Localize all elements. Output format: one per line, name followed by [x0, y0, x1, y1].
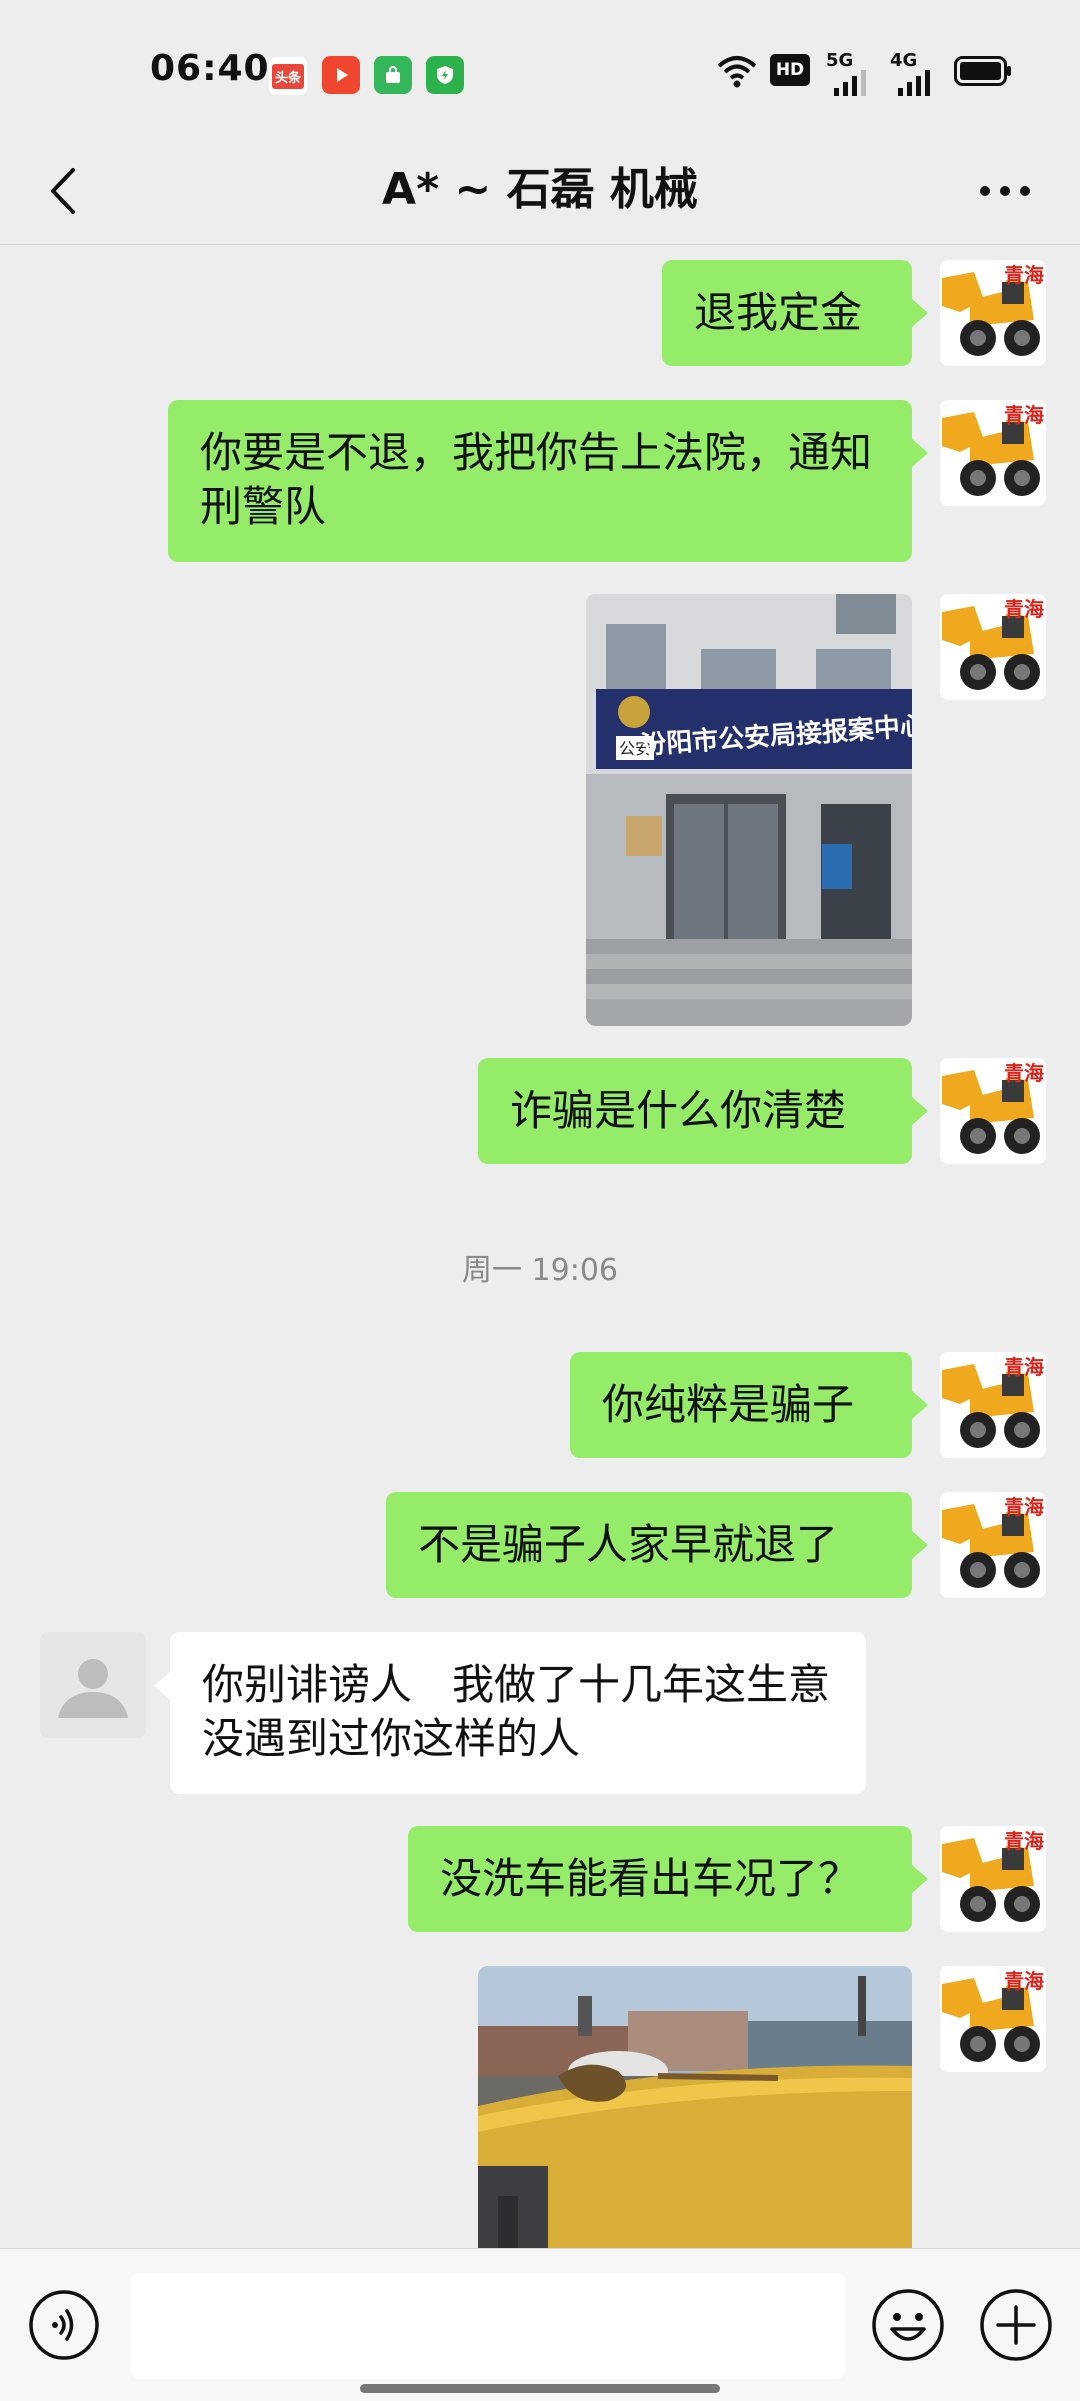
bubble-tail	[912, 1865, 928, 1893]
toutiao-label: 头条	[271, 63, 304, 89]
security-app-icon	[426, 56, 464, 94]
message-bubble-outgoing[interactable]: 你纯粹是骗子	[570, 1352, 912, 1458]
message-timestamp: 周一 19:06	[462, 1253, 618, 1288]
wheel-loader-avatar-icon: 青海	[940, 400, 1046, 506]
message-bubble-outgoing[interactable]: 你要是不退，我把你告上法院，通知刑警队	[168, 400, 912, 562]
bubble-tail	[154, 1672, 170, 1700]
back-arrow-icon	[51, 168, 75, 214]
wifi-icon	[716, 52, 758, 94]
video-app-icon	[322, 56, 360, 94]
voice-input-button[interactable]	[28, 2289, 100, 2361]
machine-photo	[478, 1966, 912, 2248]
input-bar	[0, 2248, 1080, 2401]
bubble-tail	[912, 1531, 928, 1559]
bubble-tail	[912, 1391, 928, 1419]
avatar-label: 青海	[1004, 1061, 1044, 1085]
wheel-loader-avatar-icon: 青海	[940, 1352, 1046, 1458]
more-options-button[interactable]	[968, 154, 1042, 228]
avatar-label: 青海	[1004, 1355, 1044, 1379]
message-text: 诈骗是什么你清楚	[510, 1086, 847, 1135]
status-time: 06:40	[150, 48, 270, 89]
bubble-tail	[912, 1097, 928, 1125]
message-bubble-incoming[interactable]: 你别诽谤人 我做了十几年这生意 没遇到过你这样的人	[170, 1632, 866, 1794]
self-avatar[interactable]: 青海	[940, 400, 1046, 506]
shop-app-icon	[374, 56, 412, 94]
self-avatar[interactable]: 青海	[940, 1352, 1046, 1458]
wheel-loader-avatar-icon: 青海	[940, 594, 1046, 700]
self-avatar[interactable]: 青海	[940, 1966, 1046, 2072]
bubble-tail	[912, 439, 928, 467]
wheel-loader-avatar-icon: 青海	[940, 1826, 1046, 1932]
message-text: 不是骗子人家早就退了	[418, 1520, 839, 1569]
emoji-button[interactable]	[868, 2285, 948, 2365]
image-message-police-station[interactable]: 公安 汾阳市公安局接报案中心	[586, 594, 912, 1026]
self-avatar[interactable]: 青海	[940, 1826, 1046, 1932]
header-divider	[0, 244, 1080, 245]
home-indicator	[360, 2384, 720, 2393]
wheel-loader-avatar-icon: 青海	[940, 260, 1046, 366]
bubble-tail	[912, 299, 928, 327]
avatar-label: 青海	[1004, 403, 1044, 427]
wheel-loader-avatar-icon: 青海	[940, 1492, 1046, 1598]
emoji-icon	[872, 2289, 944, 2361]
hd-voice-icon: HD	[770, 54, 810, 86]
avatar-label: 青海	[1004, 1495, 1044, 1519]
battery-icon	[954, 56, 1012, 90]
message-text: 退我定金	[694, 288, 863, 337]
self-avatar[interactable]: 青海	[940, 1058, 1046, 1164]
wheel-loader-avatar-icon: 青海	[940, 1966, 1046, 2072]
message-bubble-outgoing[interactable]: 诈骗是什么你清楚	[478, 1058, 912, 1164]
default-user-icon	[40, 1632, 146, 1738]
back-button[interactable]	[34, 154, 90, 228]
message-text: 没洗车能看出车况了？	[440, 1854, 861, 1903]
avatar-label: 青海	[1004, 263, 1044, 287]
chat-header: A* ~ 石磊 机械	[0, 140, 1080, 245]
avatar-label: 青海	[1004, 1969, 1044, 1993]
voice-icon	[29, 2290, 99, 2360]
plus-icon	[980, 2289, 1052, 2361]
image-message-machine[interactable]	[478, 1966, 912, 2248]
avatar-label: 青海	[1004, 597, 1044, 621]
self-avatar[interactable]: 青海	[940, 594, 1046, 700]
toutiao-app-icon: 头条	[268, 56, 308, 96]
more-functions-button[interactable]	[976, 2285, 1056, 2365]
police-station-photo: 公安 汾阳市公安局接报案中心	[586, 594, 912, 1026]
message-input[interactable]	[130, 2273, 846, 2379]
contact-avatar[interactable]	[40, 1632, 146, 1738]
message-bubble-outgoing[interactable]: 没洗车能看出车况了？	[408, 1826, 912, 1932]
message-text: 你别诽谤人 我做了十几年这生意 没遇到过你这样的人	[202, 1660, 871, 1763]
message-bubble-outgoing[interactable]: 退我定金	[662, 260, 912, 366]
wheel-loader-avatar-icon: 青海	[940, 1058, 1046, 1164]
message-text: 你要是不退，我把你告上法院，通知刑警队	[200, 428, 873, 531]
avatar-label: 青海	[1004, 1829, 1044, 1853]
self-avatar[interactable]: 青海	[940, 260, 1046, 366]
status-bar: 06:40 头条 HD 5G 4G	[0, 0, 1080, 140]
self-avatar[interactable]: 青海	[940, 1492, 1046, 1598]
message-text: 你纯粹是骗子	[602, 1380, 855, 1429]
more-dots-icon	[980, 186, 1030, 196]
chat-title: A* ~ 石磊 机械	[382, 164, 698, 215]
message-bubble-outgoing[interactable]: 不是骗子人家早就退了	[386, 1492, 912, 1598]
